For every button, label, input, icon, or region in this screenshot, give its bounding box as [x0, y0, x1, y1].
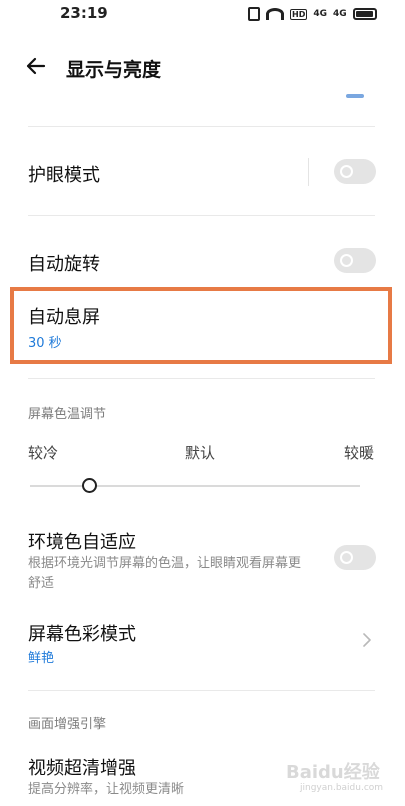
ambient-adapt-desc-line2: 舒适 [28, 576, 55, 591]
color-temp-cool-label: 较冷 [28, 444, 59, 462]
color-mode-value: 鲜艳 [28, 651, 55, 666]
divider [28, 126, 375, 127]
eye-care-label: 护眼模式 [28, 165, 100, 186]
ambient-adapt-toggle[interactable] [334, 545, 376, 570]
video-enhance-label: 视频超清增强 [28, 758, 136, 779]
color-temp-warm-label: 较暖 [344, 444, 375, 462]
chevron-right-icon [360, 632, 374, 647]
battery-icon [352, 8, 377, 20]
eye-care-toggle[interactable] [334, 159, 376, 184]
status-icons: HD 4G 4G [248, 6, 380, 22]
color-temp-section-label: 屏幕色温调节 [28, 407, 107, 422]
scroll-indicator [346, 94, 364, 98]
image-enhance-section-label: 画面增强引擎 [28, 717, 107, 732]
baidu-watermark: Baidu经验 [286, 762, 380, 783]
wifi-icon [266, 8, 284, 20]
signal-icon-2: 4G [333, 9, 347, 19]
divider [28, 690, 375, 691]
highlight-box [10, 287, 392, 364]
color-mode-label: 屏幕色彩模式 [28, 624, 136, 645]
ambient-adapt-desc-line1: 根据环境光调节屏幕的色温，让眼睛观看屏幕更 [28, 556, 302, 571]
video-enhance-desc: 提高分辨率，让视频更清晰 [28, 782, 185, 797]
color-temp-default-label: 默认 [185, 444, 216, 462]
hd-badge: HD [290, 8, 308, 20]
ambient-adapt-label: 环境色自适应 [28, 532, 136, 553]
divider [28, 215, 375, 216]
status-time: 23:19 [60, 4, 108, 22]
back-arrow-icon[interactable] [22, 52, 50, 80]
color-temp-slider-track[interactable] [30, 485, 360, 487]
color-temp-slider-thumb[interactable] [81, 478, 97, 493]
baidu-watermark-site: jingyan.baidu.com [300, 783, 384, 793]
page-title: 显示与亮度 [66, 59, 162, 81]
vibrate-icon [248, 7, 260, 21]
separator [308, 158, 309, 186]
signal-icon-1: 4G [313, 9, 327, 19]
auto-rotate-toggle[interactable] [334, 248, 376, 273]
auto-rotate-label: 自动旋转 [28, 254, 100, 275]
divider [28, 378, 375, 379]
